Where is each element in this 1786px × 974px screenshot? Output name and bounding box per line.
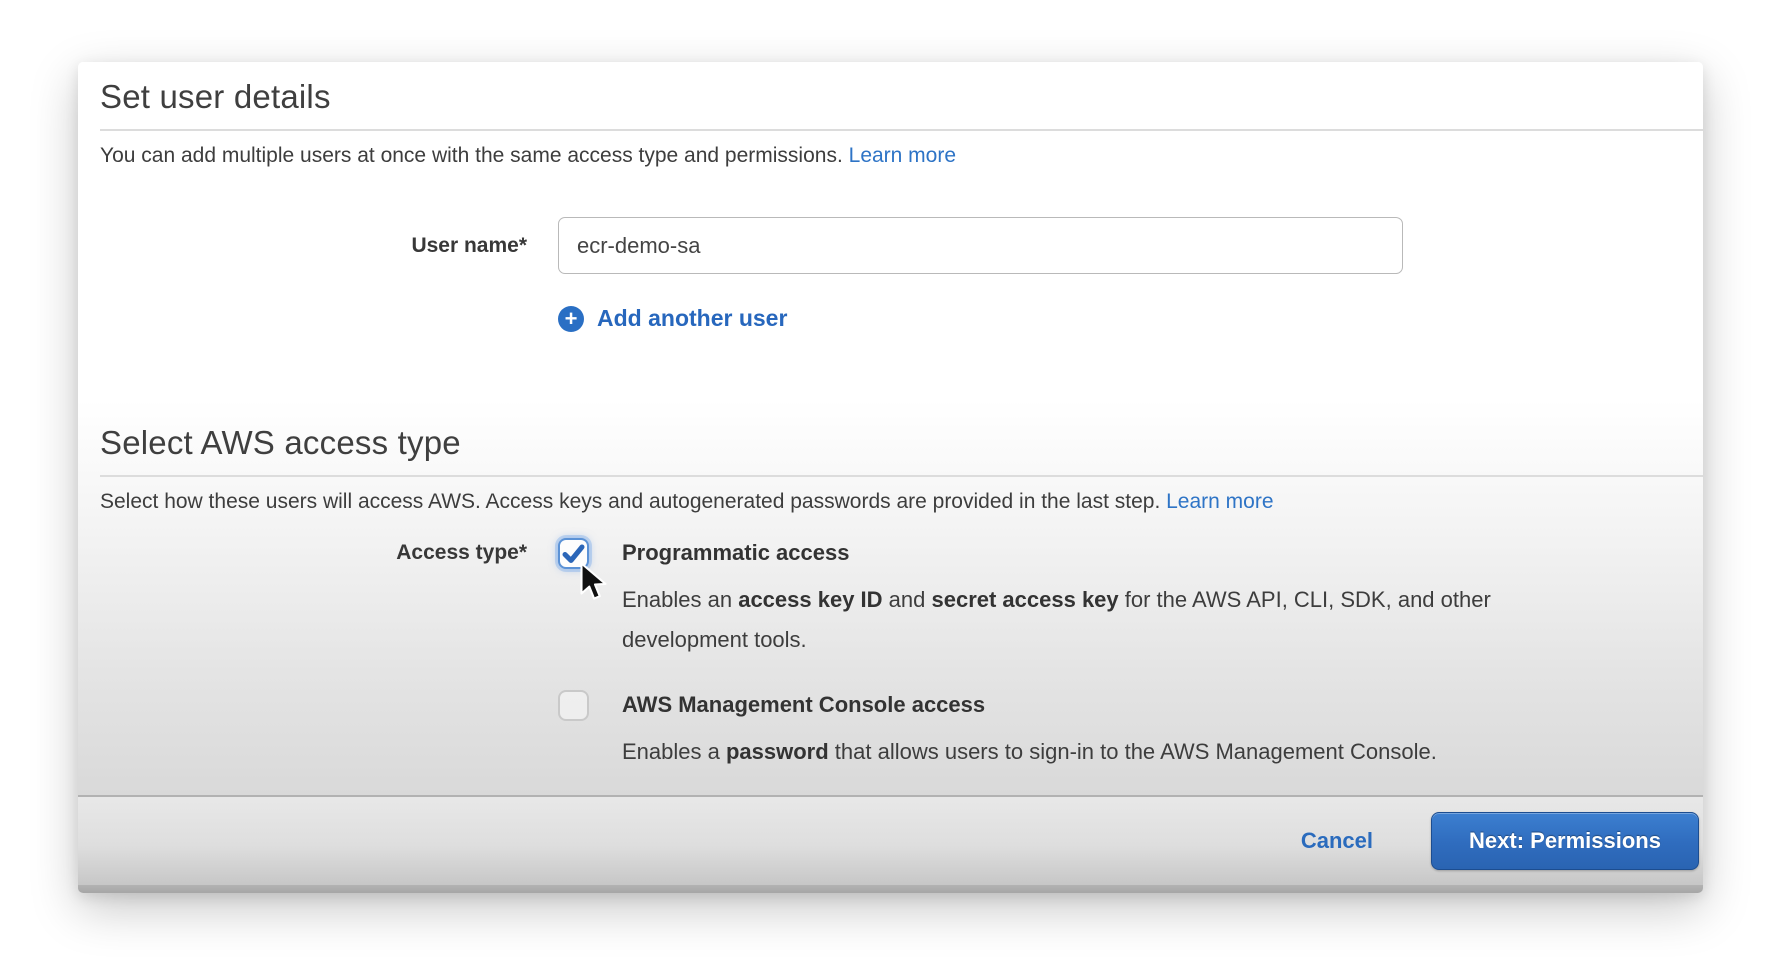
access-section-intro: Select how these users will access AWS. …	[100, 490, 1703, 514]
desc-text: that allows users to sign-in to the AWS …	[829, 739, 1437, 764]
username-input[interactable]	[558, 217, 1403, 274]
next-permissions-button[interactable]: Next: Permissions	[1431, 812, 1699, 870]
username-label: User name*	[100, 234, 558, 258]
console-access-title[interactable]: AWS Management Console access	[622, 688, 1512, 722]
desc-text: Enables a	[622, 739, 726, 764]
access-section-title: Select AWS access type	[100, 424, 1703, 462]
desc-text: Enables an	[622, 587, 738, 612]
divider	[100, 475, 1703, 477]
programmatic-access-description: Enables an access key ID and secret acce…	[622, 580, 1512, 660]
programmatic-access-title[interactable]: Programmatic access	[622, 536, 1512, 570]
desc-text-bold: password	[726, 739, 829, 764]
panel-bottom-edge	[78, 885, 1703, 893]
wizard-content: Set user details You can add multiple us…	[78, 62, 1703, 795]
user-section-intro: You can add multiple users at once with …	[100, 144, 1703, 168]
add-another-user-button[interactable]: + Add another user	[558, 305, 787, 332]
access-type-label: Access type*	[100, 536, 558, 570]
desc-text-bold: secret access key	[931, 587, 1118, 612]
add-user-row: + Add another user	[100, 305, 1703, 332]
programmatic-access-option: Programmatic access Enables an access ke…	[622, 536, 1512, 660]
add-another-user-label: Add another user	[597, 305, 787, 332]
desc-text: and	[883, 587, 932, 612]
add-user-wizard-panel: Set user details You can add multiple us…	[78, 62, 1703, 893]
wizard-footer: Cancel Next: Permissions	[78, 795, 1703, 885]
learn-more-link-access[interactable]: Learn more	[1166, 490, 1273, 513]
console-access-row: AWS Management Console access Enables a …	[100, 688, 1703, 772]
checkmark-icon	[561, 541, 586, 566]
username-row: User name*	[100, 217, 1703, 274]
programmatic-access-row: Access type* Programmatic access Enables…	[100, 536, 1703, 660]
console-access-option: AWS Management Console access Enables a …	[622, 688, 1512, 772]
programmatic-access-checkbox[interactable]	[558, 538, 589, 569]
desc-text-bold: access key ID	[738, 587, 882, 612]
cancel-button[interactable]: Cancel	[1301, 828, 1373, 854]
learn-more-link-users[interactable]: Learn more	[849, 144, 956, 167]
console-access-description: Enables a password that allows users to …	[622, 732, 1512, 772]
plus-circle-icon: +	[558, 306, 584, 332]
user-section-intro-text: You can add multiple users at once with …	[100, 144, 849, 167]
divider	[100, 129, 1703, 131]
console-access-checkbox[interactable]	[558, 690, 589, 721]
access-section-intro-text: Select how these users will access AWS. …	[100, 490, 1166, 513]
page-title: Set user details	[100, 78, 1703, 116]
